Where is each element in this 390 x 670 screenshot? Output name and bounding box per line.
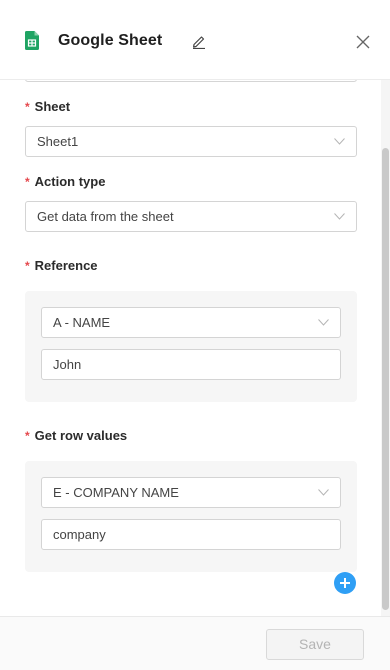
row-values-value-text: company [53, 527, 106, 542]
scrollbar-thumb[interactable] [382, 148, 389, 610]
chevron-down-icon [318, 319, 329, 326]
required-marker: * [25, 100, 30, 114]
save-button[interactable]: Save [266, 629, 364, 660]
chevron-down-icon [334, 138, 345, 145]
row-values-column-select[interactable]: E - COMPANY NAME [41, 477, 341, 508]
panel-footer: Save [0, 616, 390, 670]
page-title: Google Sheet [58, 32, 163, 49]
sheet-label: * Sheet [25, 99, 71, 114]
action-type-select-value: Get data from the sheet [37, 209, 174, 224]
action-type-select[interactable]: Get data from the sheet [25, 201, 357, 232]
get-row-values-group: E - COMPANY NAME company [25, 461, 357, 572]
chevron-down-icon [334, 213, 345, 220]
scrollbar-track[interactable] [381, 80, 390, 616]
previous-field-edge [25, 80, 357, 82]
sheet-select[interactable]: Sheet1 [25, 126, 357, 157]
required-marker: * [25, 429, 30, 443]
get-row-values-label: * Get row values [25, 428, 128, 443]
reference-group: A - NAME John [25, 291, 357, 402]
sheet-select-value: Sheet1 [37, 134, 79, 149]
edit-pencil-icon[interactable] [191, 33, 207, 49]
close-icon[interactable] [356, 35, 370, 49]
plus-icon [340, 578, 350, 588]
reference-label: * Reference [25, 258, 98, 273]
reference-column-value: A - NAME [53, 315, 111, 330]
google-sheets-icon [25, 31, 39, 50]
row-values-value-input[interactable]: company [41, 519, 341, 550]
reference-value-input[interactable]: John [41, 349, 341, 380]
required-marker: * [25, 175, 30, 189]
add-row-value-button[interactable] [334, 572, 356, 594]
row-values-column-value: E - COMPANY NAME [53, 485, 179, 500]
chevron-down-icon [318, 489, 329, 496]
reference-column-select[interactable]: A - NAME [41, 307, 341, 338]
required-marker: * [25, 259, 30, 273]
form-content[interactable]: * Sheet Sheet1 * Action type Get data from… [0, 80, 381, 616]
action-type-label: * Action type [25, 174, 106, 189]
reference-value-text: John [53, 357, 82, 372]
panel-header: Google Sheet [0, 0, 390, 80]
